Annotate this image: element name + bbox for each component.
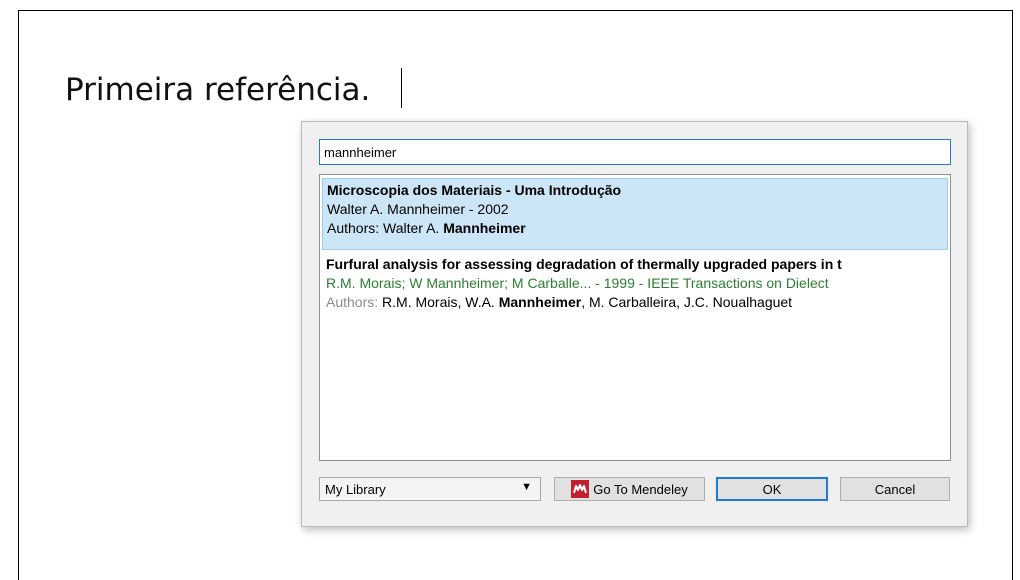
authors-label: Authors: [327,220,384,236]
go-to-mendeley-button[interactable]: Go To Mendeley [554,477,705,501]
result-title: Microscopia dos Materiais - Uma Introduç… [327,182,622,198]
authors-match: Mannheimer [498,294,582,310]
result-authors: Authors: Walter A. Mannheimer [327,219,943,238]
ok-label: OK [762,481,782,497]
authors-label: Authors: [326,294,383,310]
cancel-button[interactable]: Cancel [840,477,950,501]
results-list[interactable]: Microscopia dos Materiais - Uma Introduç… [319,174,951,461]
result-meta: R.M. Morais; W Mannheimer; M Carballe...… [326,275,829,291]
authors-rest: , M. Carballeira, J.C. Noualhaguet [581,294,793,310]
library-select-value: My Library [325,482,386,497]
result-item[interactable]: Furfural analysis for assessing degradat… [322,253,948,314]
result-item[interactable]: Microscopia dos Materiais - Uma Introduç… [322,178,948,250]
search-input[interactable] [319,139,951,165]
document-text[interactable]: Primeira referência. [65,72,370,108]
mendeley-logo-icon [571,480,590,498]
result-meta: Walter A. Mannheimer - 2002 [327,201,509,217]
citation-dialog: Microscopia dos Materiais - Uma Introduç… [301,121,968,527]
result-title: Furfural analysis for assessing degradat… [326,256,842,272]
library-select[interactable]: My Library ▼ [319,477,541,501]
dialog-footer: My Library ▼ Go To Mendeley OK Cancel [319,474,951,502]
authors-match: Mannheimer [443,220,526,236]
authors-plain: R.M. Morais, W.A. [382,294,499,310]
ok-button[interactable]: OK [716,477,828,501]
dropdown-arrow-icon[interactable]: ▼ [521,481,532,493]
result-authors: Authors: R.M. Morais, W.A. Mannheimer, M… [326,293,944,312]
cancel-label: Cancel [874,481,916,497]
go-to-mendeley-label: Go To Mendeley [593,481,688,497]
text-caret [401,68,402,108]
authors-plain: Walter A. [383,220,444,236]
